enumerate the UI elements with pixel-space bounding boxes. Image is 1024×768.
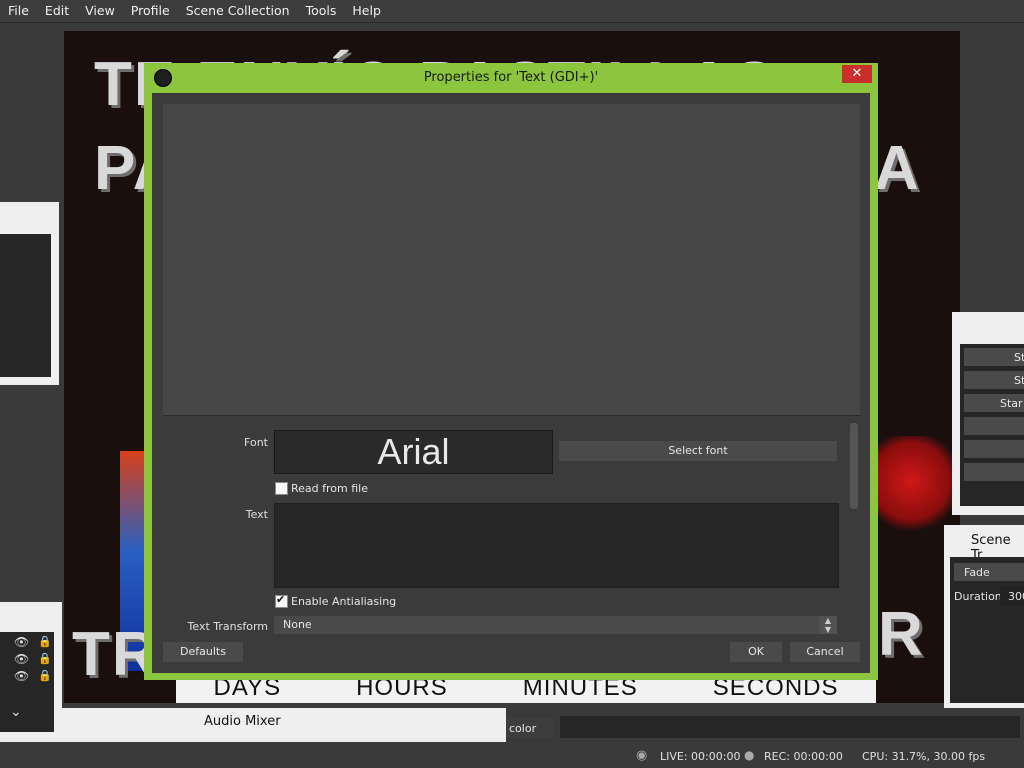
read-from-file-checkbox[interactable]	[275, 482, 288, 495]
duration-value: 300	[1008, 590, 1024, 603]
text-input[interactable]	[274, 503, 839, 588]
record-dot-icon: ●	[744, 748, 755, 762]
preview-line-a: A	[874, 134, 921, 203]
left-dock-list[interactable]	[0, 234, 51, 377]
ok-button[interactable]: OK	[730, 642, 782, 662]
broadcast-icon: ◉	[636, 748, 648, 763]
red-rose-decoration	[876, 436, 954, 536]
menu-help[interactable]: Help	[344, 0, 389, 22]
color-button-label: color	[509, 722, 537, 735]
audio-mixer-dock: Audio Mixer	[62, 708, 506, 742]
left-dock-sources: 👁 🔒 👁 🔒 👁 🔒 ⌄	[0, 602, 62, 742]
menu-file[interactable]: File	[0, 0, 37, 22]
bottom-input-bar[interactable]	[560, 716, 1020, 738]
properties-dialog: Properties for 'Text (GDI+)' ✕ Font Aria…	[144, 63, 878, 680]
select-font-button[interactable]: Select font	[559, 441, 837, 461]
menu-view[interactable]: View	[77, 0, 123, 22]
menu-edit[interactable]: Edit	[37, 0, 77, 22]
read-from-file-label: Read from file	[291, 482, 368, 495]
right-dock-controls: St St Star	[952, 312, 1024, 515]
controls-area: St St Star	[960, 344, 1024, 506]
lock-icon[interactable]: 🔒	[38, 669, 52, 682]
live-status: LIVE: 00:00:00	[660, 750, 741, 763]
updown-arrows-icon: ▲ ▼	[819, 616, 837, 634]
start-recording-button[interactable]: St	[964, 371, 1024, 389]
menu-scene-collection[interactable]: Scene Collection	[178, 0, 298, 22]
transition-value: Fade	[964, 566, 990, 579]
menu-tools[interactable]: Tools	[298, 0, 345, 22]
lock-icon[interactable]: 🔒	[38, 652, 52, 665]
transitions-area: Fade Duration 300	[950, 557, 1024, 703]
close-button[interactable]: ✕	[842, 65, 872, 83]
start-streaming-label: St	[1014, 351, 1024, 364]
duration-input[interactable]: 300	[1000, 586, 1024, 606]
start-recording-label: St	[1014, 374, 1024, 387]
text-transform-label: Text Transform	[187, 620, 268, 633]
font-label: Font	[244, 436, 268, 449]
rec-status: REC: 00:00:00	[764, 750, 843, 763]
duration-label: Duration	[954, 590, 1002, 603]
text-label: Text	[245, 508, 268, 521]
dialog-titlebar[interactable]: Properties for 'Text (GDI+)' ✕	[144, 63, 878, 93]
start-streaming-button[interactable]: St	[964, 348, 1024, 366]
sources-list[interactable]: 👁 🔒 👁 🔒 👁 🔒 ⌄	[0, 632, 54, 732]
exit-button[interactable]	[964, 463, 1024, 481]
audio-mixer-title: Audio Mixer	[204, 714, 281, 729]
menu-bar: File Edit View Profile Scene Collection …	[0, 0, 1024, 23]
scene-transitions-dock: Scene Tr Fade Duration 300	[944, 525, 1024, 708]
cancel-button[interactable]: Cancel	[790, 642, 860, 662]
defaults-button[interactable]: Defaults	[163, 642, 243, 662]
menu-profile[interactable]: Profile	[123, 0, 178, 22]
start-replay-button[interactable]: Star	[964, 394, 1024, 412]
settings-button[interactable]	[964, 440, 1024, 458]
enable-antialiasing-label: Enable Antialiasing	[291, 595, 397, 608]
eye-icon[interactable]: 👁	[14, 669, 29, 683]
dialog-body: Font Arial Select font Read from file Te…	[152, 93, 870, 673]
source-preview	[163, 104, 860, 416]
enable-antialiasing-checkbox[interactable]	[275, 593, 288, 608]
transition-select[interactable]: Fade	[954, 563, 1024, 581]
dialog-title: Properties for 'Text (GDI+)'	[423, 70, 599, 85]
chevron-down-icon[interactable]: ⌄	[10, 704, 22, 720]
lock-icon[interactable]: 🔒	[38, 635, 52, 648]
color-button[interactable]: color	[506, 718, 554, 738]
start-replay-label: Star	[1000, 397, 1023, 410]
eye-icon[interactable]: 👁	[14, 652, 29, 666]
left-dock-top	[0, 202, 59, 385]
font-preview: Arial	[274, 430, 553, 474]
cpu-status: CPU: 31.7%, 30.00 fps	[862, 750, 986, 763]
text-transform-value: None	[283, 618, 312, 631]
studio-mode-button[interactable]	[964, 417, 1024, 435]
eye-icon[interactable]: 👁	[14, 635, 29, 649]
properties-scrollbar[interactable]	[850, 423, 858, 509]
text-transform-select[interactable]: None ▲ ▼	[274, 616, 837, 634]
preview-bottom-right: R	[878, 600, 925, 669]
